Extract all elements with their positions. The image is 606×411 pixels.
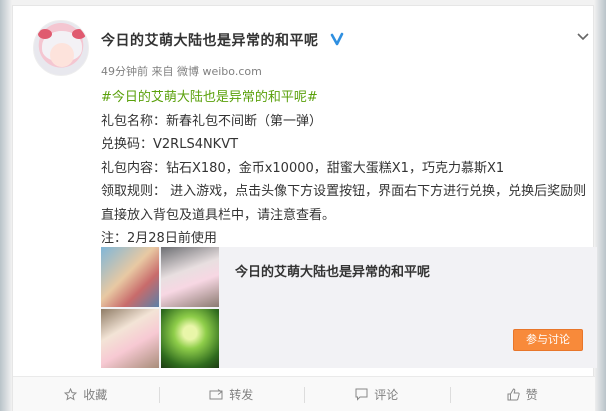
username[interactable]: 今日的艾萌大陆也是异常的和平呢 <box>101 30 319 50</box>
action-bar: 收藏 转发 评论 赞 <box>13 376 595 411</box>
topic-share-card[interactable]: 今日的艾萌大陆也是异常的和平呢 参与讨论 <box>101 247 597 368</box>
comment-label: 评论 <box>374 388 399 402</box>
gift-name-line: 礼包名称：新春礼包不间断（第一弹） <box>101 113 323 129</box>
thumbs-up-icon <box>507 388 520 401</box>
weibo-post-card: 今日的艾萌大陆也是异常的和平呢 49分钟前 来自 微博 weibo.com #今… <box>12 5 597 411</box>
like-button[interactable]: 赞 <box>449 377 596 411</box>
comment-icon <box>355 388 368 401</box>
thumbnail-image <box>101 247 159 307</box>
repost-button[interactable]: 转发 <box>158 377 305 411</box>
thumbnail-image <box>161 247 219 307</box>
star-icon <box>64 388 78 401</box>
like-label: 赞 <box>525 388 538 402</box>
join-discussion-button[interactable]: 参与讨论 <box>513 329 583 351</box>
hashtag-link[interactable]: #今日的艾萌大陆也是异常的和平呢# <box>101 90 318 105</box>
repost-label: 转发 <box>229 388 254 402</box>
redeem-code-line: 兑换码：V2RLS4NKVT <box>101 137 239 152</box>
chevron-down-icon[interactable] <box>573 26 593 46</box>
topic-title[interactable]: 今日的艾萌大陆也是异常的和平呢 <box>235 261 430 280</box>
verified-badge-icon <box>330 32 344 46</box>
post-meta: 49分钟前 来自 微博 weibo.com <box>101 65 262 78</box>
post-body: #今日的艾萌大陆也是异常的和平呢# 礼包名称：新春礼包不间断（第一弹） 兑换码：… <box>101 86 591 251</box>
repost-icon <box>209 388 223 399</box>
favorite-button[interactable]: 收藏 <box>13 377 159 411</box>
thumbnail-image <box>101 309 159 368</box>
favorite-label: 收藏 <box>83 388 108 402</box>
comment-button[interactable]: 评论 <box>304 377 450 411</box>
avatar[interactable] <box>33 20 89 76</box>
gift-content-line: 礼包内容：钻石X180，金币x10000，甜蜜大蛋糕X1，巧克力慕斯X1 <box>101 160 505 176</box>
topic-thumbnails <box>101 247 219 368</box>
thumbnail-image <box>161 309 219 368</box>
rules-line: 领取规则： 进入游戏，点击头像下方设置按钮，界面右下方进行兑换，兑换后奖励则直接… <box>101 184 587 223</box>
